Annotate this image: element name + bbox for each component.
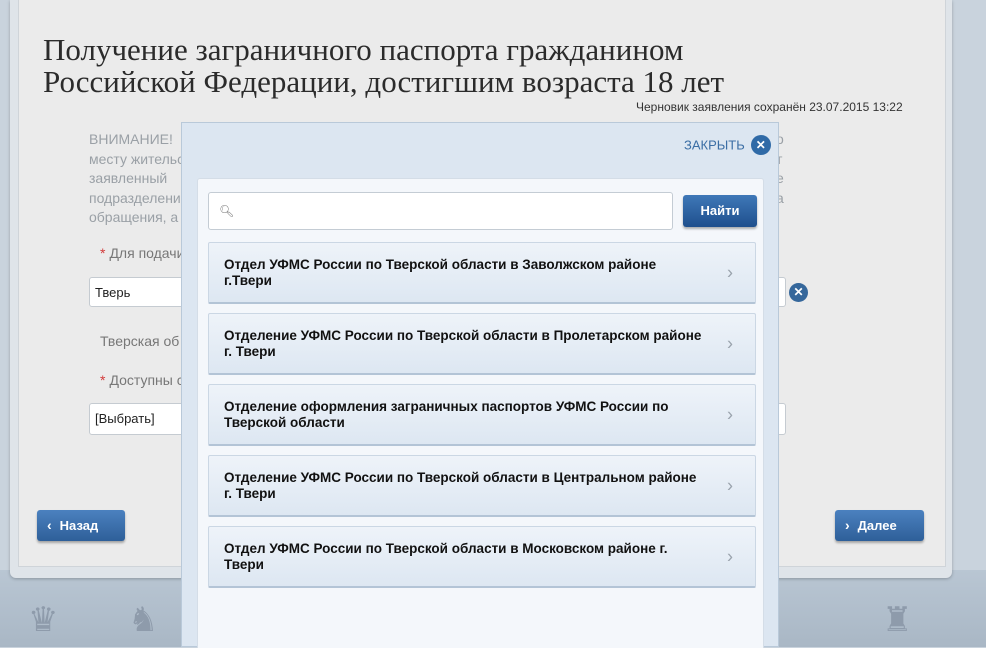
close-button[interactable]: ЗАКРЫТЬ ✕ — [684, 135, 771, 157]
chevron-right-icon: › — [845, 517, 850, 533]
list-item-label: Отделение УФМС России по Тверской област… — [224, 327, 702, 359]
required-mark: * — [100, 372, 106, 388]
department-modal: ЗАКРЫТЬ ✕ 🔍︎ Найти Отдел УФМС России по Т… — [181, 122, 779, 648]
search-icon: 🔍︎ — [219, 204, 235, 218]
tower-icon: ♜ — [882, 601, 913, 639]
close-icon[interactable]: ✕ — [750, 135, 771, 155]
modal-content: 🔍︎ Найти Отдел УФМС России по Тверской о… — [197, 178, 764, 648]
back-button-label: Назад — [59, 518, 99, 533]
list-item[interactable]: Отделение УФМС России по Тверской област… — [208, 313, 756, 375]
list-item-label: Отделение оформления заграничных паспорт… — [224, 398, 669, 430]
next-button[interactable]: › Далее — [835, 510, 924, 541]
list-item[interactable]: Отдел УФМС России по Тверской области в … — [208, 242, 756, 304]
next-button-label: Далее — [857, 518, 897, 533]
chevron-right-icon: › — [727, 262, 733, 282]
coat-of-arms-icon: ♛ — [28, 601, 59, 639]
page-title: Получение заграничного паспорта граждани… — [43, 32, 725, 99]
submit-place-label-text: Для подачи — [109, 245, 185, 261]
available-label-text: Доступны с — [109, 372, 184, 388]
find-button[interactable]: Найти — [683, 195, 757, 227]
chevron-right-icon: › — [727, 546, 733, 566]
emblem-icon: ♞ — [128, 601, 159, 639]
submit-place-label: * Для подачи — [100, 245, 184, 261]
clear-icon[interactable]: ✕ — [789, 283, 808, 302]
search-box[interactable]: 🔍︎ — [208, 192, 673, 230]
list-item[interactable]: Отделение оформления заграничных паспорт… — [208, 384, 756, 446]
list-item[interactable]: Отдел УФМС России по Тверской области в … — [208, 526, 756, 588]
chevron-right-icon: › — [727, 404, 733, 424]
close-label[interactable]: ЗАКРЫТЬ — [684, 138, 745, 153]
list-item-label: Отдел УФМС России по Тверской области в … — [224, 256, 657, 288]
list-item-label: Отдел УФМС России по Тверской области в … — [224, 540, 668, 572]
list-item-label: Отделение УФМС России по Тверской област… — [224, 469, 697, 501]
draft-status: Черновик заявления сохранён 23.07.2015 1… — [636, 100, 903, 114]
list-item[interactable]: Отделение УФМС России по Тверской област… — [208, 455, 756, 517]
region-text: Тверская об — [100, 333, 180, 349]
available-label: * Доступны с — [100, 372, 184, 388]
chevron-right-icon: › — [727, 475, 733, 495]
search-input[interactable] — [239, 199, 663, 225]
required-mark: * — [100, 245, 106, 261]
back-button[interactable]: ‹ Назад — [37, 510, 125, 541]
chevron-right-icon: › — [727, 333, 733, 353]
chevron-left-icon: ‹ — [47, 517, 52, 533]
